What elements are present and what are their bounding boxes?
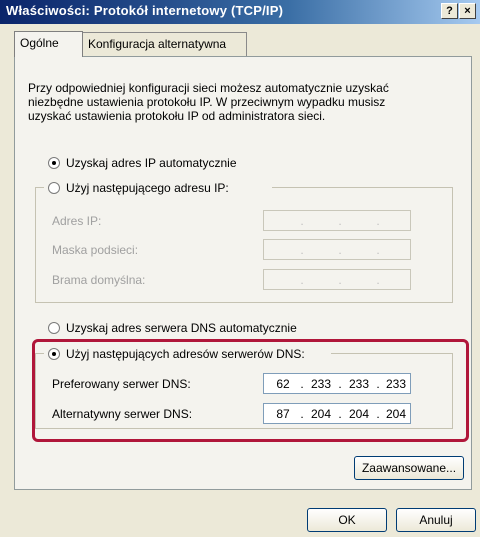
alternate-dns-octet-1: 87	[276, 407, 290, 421]
info-text-line-1: Przy odpowiedniej konfiguracji sieci moż…	[28, 81, 389, 95]
default-gateway-dot-3: .	[376, 273, 380, 287]
alternate-dns-dot-1: .	[300, 407, 304, 421]
alternate-dns-octet-2: 204	[310, 407, 332, 421]
preferred-dns-field[interactable]: 62 . 233 . 233 . 233	[263, 373, 411, 394]
subnet-mask-dot-1: .	[300, 243, 304, 257]
preferred-dns-dot-1: .	[300, 377, 304, 391]
info-text-line-2: niezbędne ustawienia protokołu IP. W prz…	[28, 95, 386, 109]
preferred-dns-label: Preferowany serwer DNS:	[52, 377, 191, 391]
info-text-line-3: uzyskać ustawienia protokołu IP od admin…	[28, 109, 326, 123]
tcpip-properties-dialog: Właściwości: Protokół internetowy (TCP/I…	[0, 0, 480, 537]
default-gateway-dot-1: .	[300, 273, 304, 287]
default-gateway-label: Brama domyślna:	[52, 273, 146, 287]
auto-ip-label[interactable]: Uzyskaj adres IP automatycznie	[66, 156, 237, 170]
alternate-dns-octet-3: 204	[348, 407, 370, 421]
manual-ip-label[interactable]: Użyj następującego adresu IP:	[66, 181, 229, 195]
close-button[interactable]: ×	[459, 3, 476, 19]
ip-address-field[interactable]: . . .	[263, 210, 411, 231]
title-bar[interactable]: Właściwości: Protokół internetowy (TCP/I…	[0, 0, 480, 24]
preferred-dns-octet-2: 233	[310, 377, 332, 391]
subnet-mask-label: Maska podsieci:	[52, 243, 139, 257]
manual-ip-radio[interactable]	[48, 182, 60, 194]
window-title: Właściwości: Protokół internetowy (TCP/I…	[6, 3, 284, 18]
alternate-dns-field[interactable]: 87 . 204 . 204 . 204	[263, 403, 411, 424]
preferred-dns-octet-3: 233	[348, 377, 370, 391]
subnet-mask-dot-2: .	[338, 243, 342, 257]
subnet-mask-field[interactable]: . . .	[263, 239, 411, 260]
tab-general[interactable]: Ogólne	[14, 31, 83, 57]
alternate-dns-dot-2: .	[338, 407, 342, 421]
advanced-button[interactable]: Zaawansowane...	[354, 456, 464, 480]
manual-dns-label[interactable]: Użyj następujących adresów serwerów DNS:	[66, 347, 305, 361]
ip-address-dot-3: .	[376, 214, 380, 228]
general-tab-panel: Przy odpowiedniej konfiguracji sieci moż…	[14, 56, 472, 490]
preferred-dns-octet-4: 233	[385, 377, 407, 391]
ip-address-label: Adres IP:	[52, 214, 102, 228]
auto-dns-label[interactable]: Uzyskaj adres serwera DNS automatycznie	[66, 321, 297, 335]
auto-dns-radio[interactable]	[48, 322, 60, 334]
ok-button[interactable]: OK	[307, 508, 387, 532]
help-button[interactable]: ?	[441, 3, 458, 19]
default-gateway-field[interactable]: . . .	[263, 269, 411, 290]
manual-dns-radio[interactable]	[48, 348, 60, 360]
ip-address-dot-1: .	[300, 214, 304, 228]
cancel-button[interactable]: Anuluj	[396, 508, 476, 532]
subnet-mask-dot-3: .	[376, 243, 380, 257]
auto-ip-radio[interactable]	[48, 157, 60, 169]
alternate-dns-octet-4: 204	[385, 407, 407, 421]
preferred-dns-octet-1: 62	[276, 377, 290, 391]
tab-alternate-configuration[interactable]: Konfiguracja alternatywna	[82, 32, 247, 56]
default-gateway-dot-2: .	[338, 273, 342, 287]
alternate-dns-label: Alternatywny serwer DNS:	[52, 407, 193, 421]
preferred-dns-dot-2: .	[338, 377, 342, 391]
ip-address-dot-2: .	[338, 214, 342, 228]
